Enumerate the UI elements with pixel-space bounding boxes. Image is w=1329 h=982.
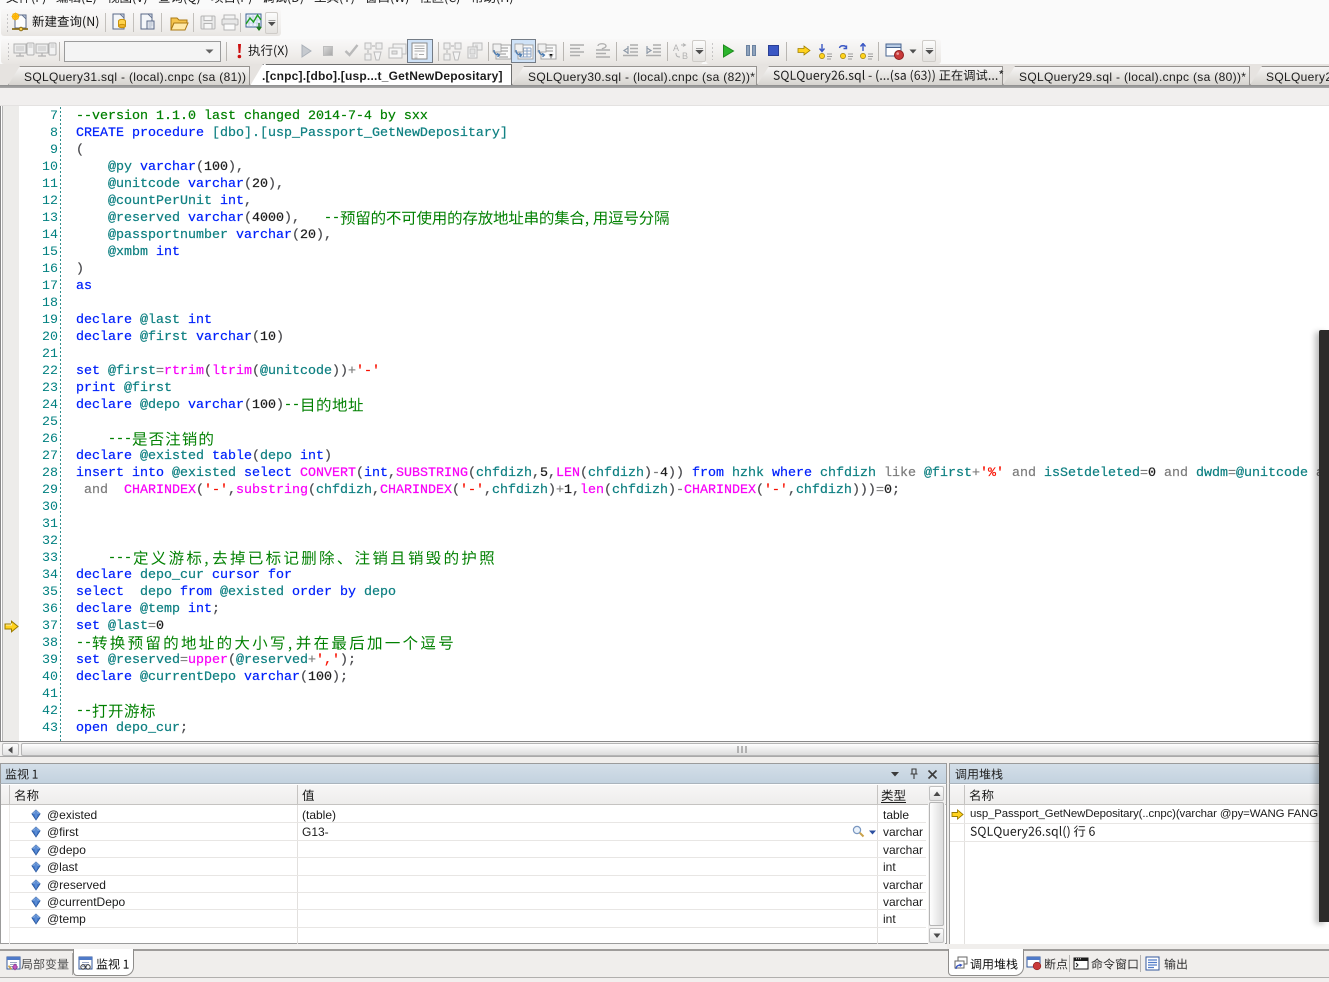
svg-text:B: B — [682, 51, 688, 61]
svg-text:A: A — [673, 43, 679, 53]
